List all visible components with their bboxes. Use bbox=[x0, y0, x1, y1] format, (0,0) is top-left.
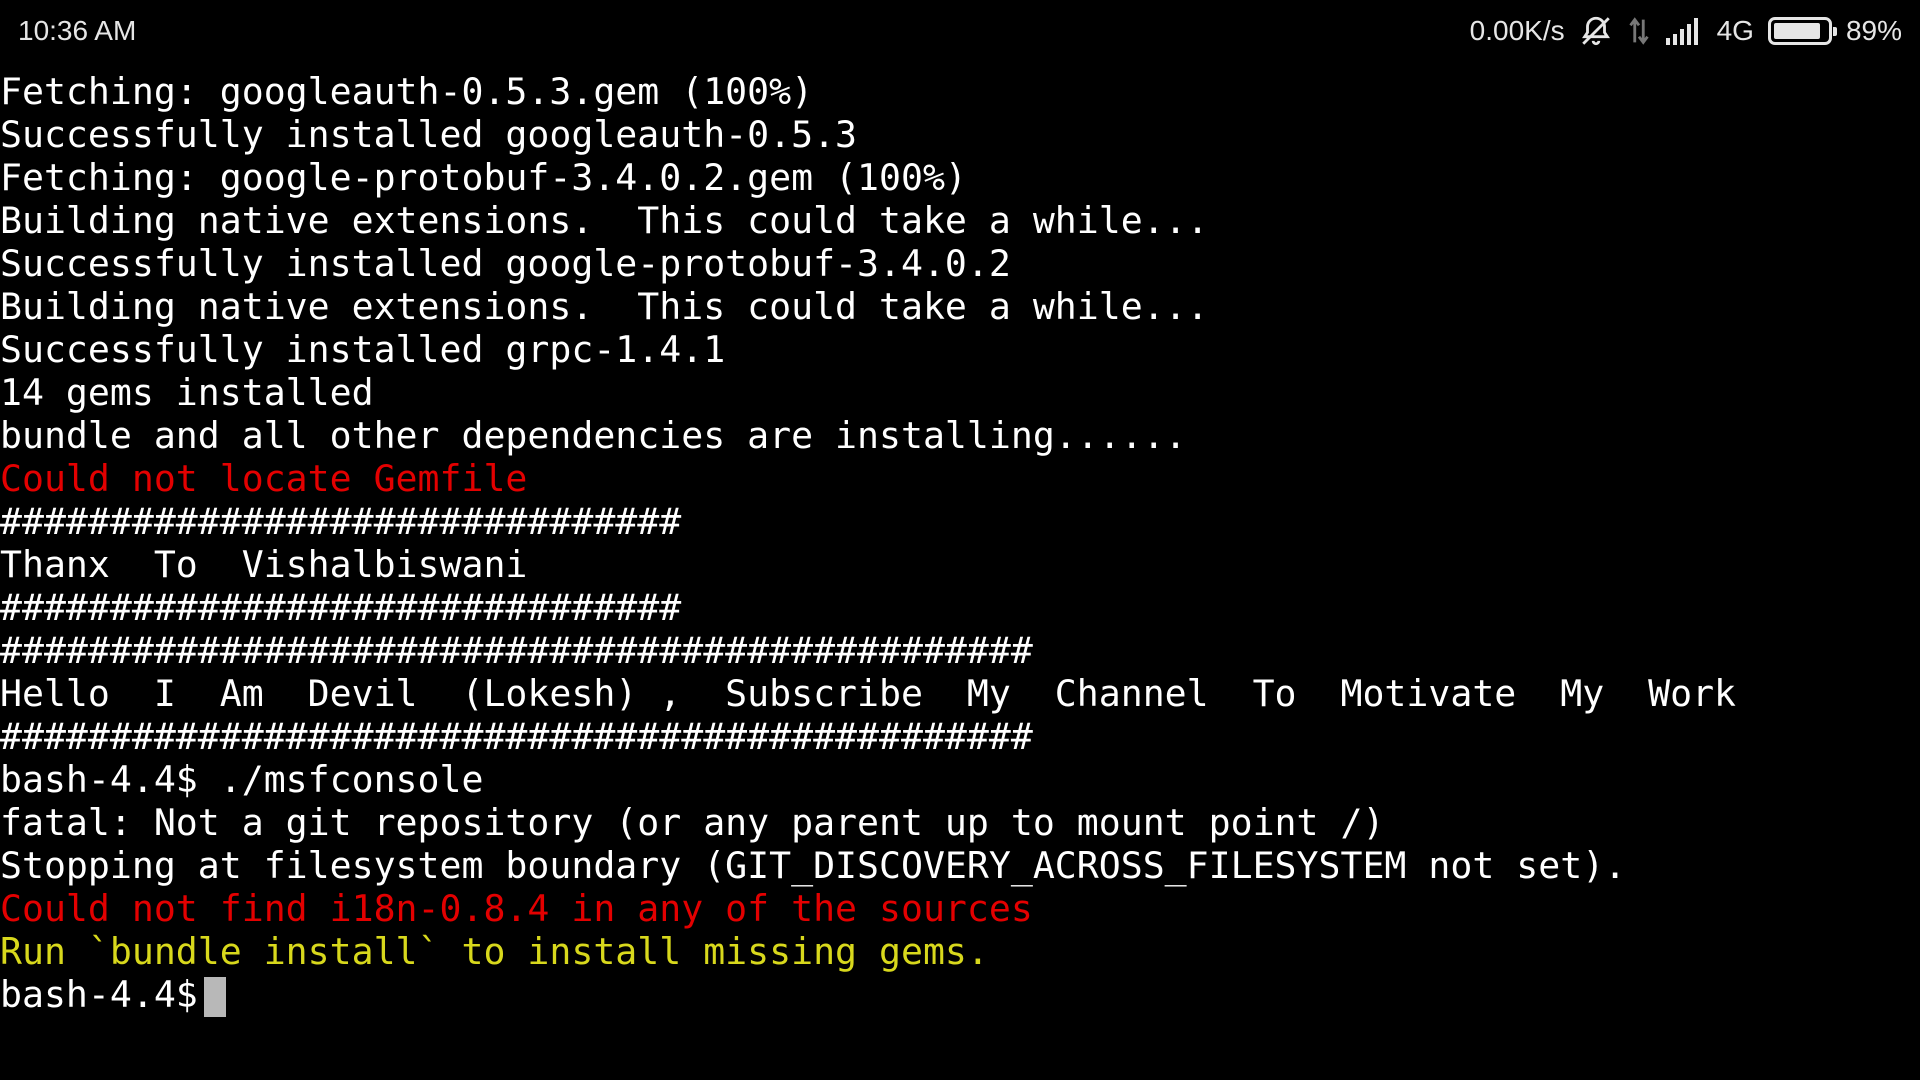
terminal-line: Thanx To Vishalbiswani bbox=[0, 543, 528, 586]
text-cursor bbox=[203, 976, 226, 1017]
terminal-line: 14 gems installed bbox=[0, 371, 374, 414]
terminal-line: Hello I Am Devil (Lokesh) , Subscribe My… bbox=[0, 672, 1737, 715]
prompt-line[interactable]: bash-4.4$ bbox=[0, 973, 1920, 1017]
terminal-line: ############################### bbox=[0, 500, 682, 543]
terminal-line: Building native extensions. This could t… bbox=[0, 285, 1209, 328]
terminal-line: fatal: Not a git repository (or any pare… bbox=[0, 801, 1385, 844]
shell-prompt: bash-4.4$ bbox=[0, 973, 198, 1016]
terminal-line: Building native extensions. This could t… bbox=[0, 199, 1209, 242]
terminal-line: Successfully installed googleauth-0.5.3 bbox=[0, 113, 858, 156]
signal-icon bbox=[1665, 14, 1703, 48]
network-type: 4G bbox=[1716, 15, 1754, 46]
status-bar: 10:36 AM 0.00K/s 4G 89% bbox=[0, 0, 1920, 62]
terminal-line: bash-4.4$ ./msfconsole bbox=[0, 758, 484, 801]
terminal-line: ########################################… bbox=[0, 715, 1033, 758]
status-indicators: 0.00K/s 4G 89% bbox=[1470, 14, 1902, 48]
battery-percent: 89% bbox=[1845, 15, 1902, 46]
battery-fill bbox=[1773, 23, 1820, 39]
terminal-line: Fetching: googleauth-0.5.3.gem (100%) bbox=[0, 70, 814, 113]
status-time: 10:36 AM bbox=[18, 15, 137, 46]
terminal-line: Run `bundle install` to install missing … bbox=[0, 930, 989, 973]
terminal-line: ############################### bbox=[0, 586, 682, 629]
battery-icon bbox=[1767, 17, 1837, 45]
terminal-line: Stopping at filesystem boundary (GIT_DIS… bbox=[0, 844, 1627, 887]
network-speed: 0.00K/s bbox=[1469, 15, 1565, 46]
terminal-line: Fetching: google-protobuf-3.4.0.2.gem (1… bbox=[0, 156, 967, 199]
terminal-output[interactable]: Fetching: googleauth-0.5.3.gem (100%) Suc… bbox=[0, 70, 1920, 1070]
terminal-line: Could not locate Gemfile bbox=[0, 457, 528, 500]
terminal-line: Successfully installed grpc-1.4.1 bbox=[0, 328, 726, 371]
alarm-off-icon bbox=[1579, 14, 1613, 48]
terminal-line: ########################################… bbox=[0, 629, 1033, 672]
terminal-line: Could not find i18n-0.8.4 in any of the … bbox=[0, 887, 1033, 930]
data-transfer-icon bbox=[1627, 14, 1651, 48]
terminal-line: bundle and all other dependencies are in… bbox=[0, 414, 1187, 457]
terminal-line: Successfully installed google-protobuf-3… bbox=[0, 242, 1011, 285]
